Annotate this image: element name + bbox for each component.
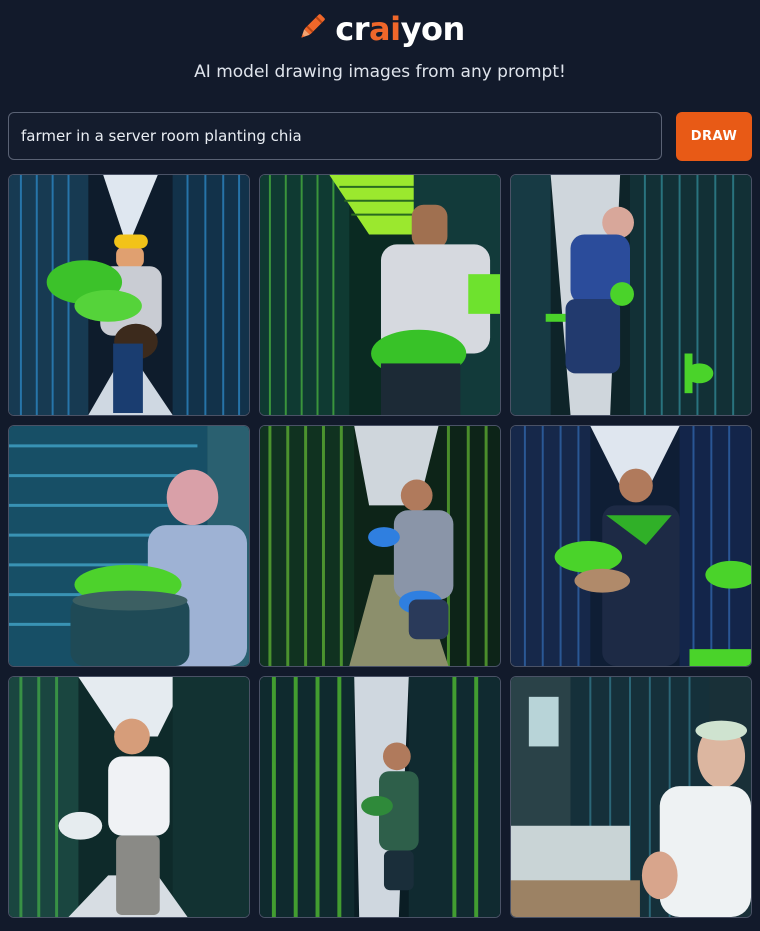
result-image-7[interactable] xyxy=(8,676,250,918)
result-image-8[interactable] xyxy=(259,676,501,918)
result-image-6[interactable] xyxy=(510,425,752,667)
tagline: AI model drawing images from any prompt! xyxy=(194,62,566,82)
result-image-1[interactable] xyxy=(8,174,250,416)
results-grid xyxy=(8,174,752,918)
prompt-field[interactable] xyxy=(8,112,662,160)
prompt-input[interactable] xyxy=(9,113,661,159)
result-image-2[interactable] xyxy=(259,174,501,416)
header: craiyon AI model drawing images from any… xyxy=(0,0,760,100)
logo[interactable]: craiyon xyxy=(0,10,760,48)
draw-button[interactable]: DRAW xyxy=(676,112,752,161)
result-image-3[interactable] xyxy=(510,174,752,416)
result-image-9[interactable] xyxy=(510,676,752,918)
result-image-4[interactable] xyxy=(8,425,250,667)
result-image-5[interactable] xyxy=(259,425,501,667)
crayon-icon xyxy=(295,10,329,48)
logo-wordmark: craiyon xyxy=(335,10,465,48)
